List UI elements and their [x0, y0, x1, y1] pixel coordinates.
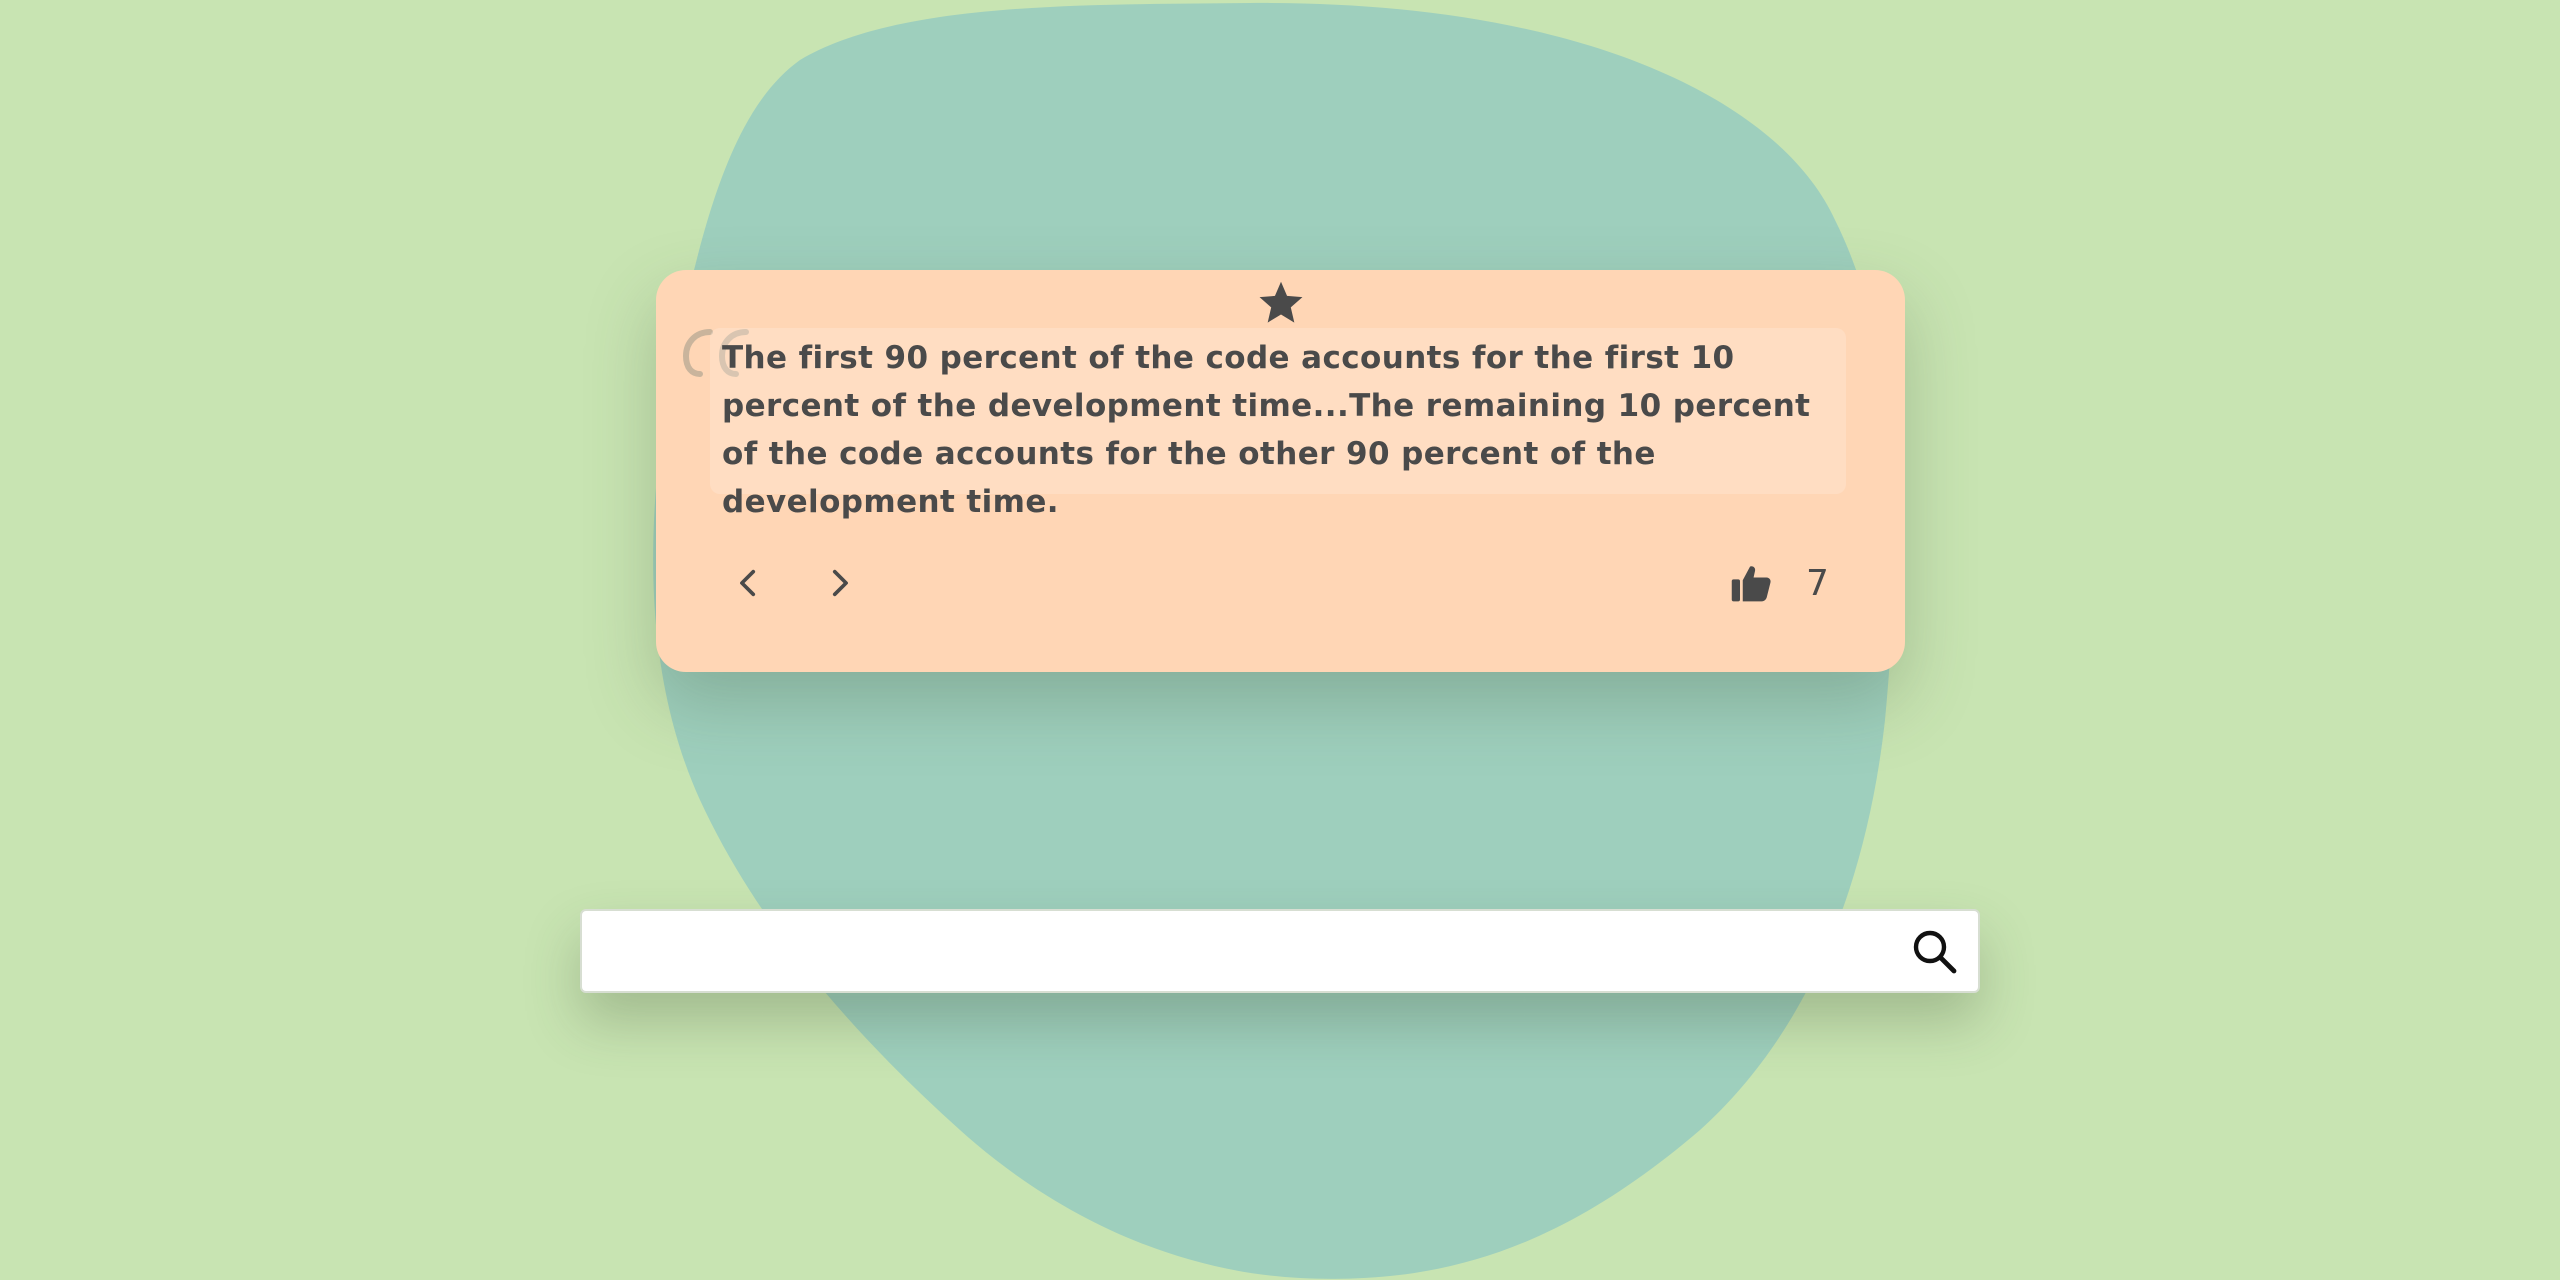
previous-quote-button[interactable] [722, 556, 776, 610]
chevron-right-icon [832, 569, 848, 597]
star-icon[interactable] [1256, 278, 1306, 328]
like-button[interactable] [1724, 556, 1778, 610]
search-button[interactable] [1904, 921, 1964, 981]
app-stage: The first 90 percent of the code account… [0, 0, 2560, 1280]
quote-text: The first 90 percent of the code account… [722, 340, 1811, 520]
chevron-left-icon [740, 569, 756, 597]
quote-card: The first 90 percent of the code account… [656, 270, 1905, 672]
like-count: 7 [1806, 563, 1829, 604]
next-quote-button[interactable] [812, 556, 866, 610]
search-input[interactable] [600, 921, 1884, 983]
thumbs-up-icon [1731, 566, 1771, 602]
search-bar [580, 909, 1980, 993]
search-icon [1913, 930, 1957, 974]
